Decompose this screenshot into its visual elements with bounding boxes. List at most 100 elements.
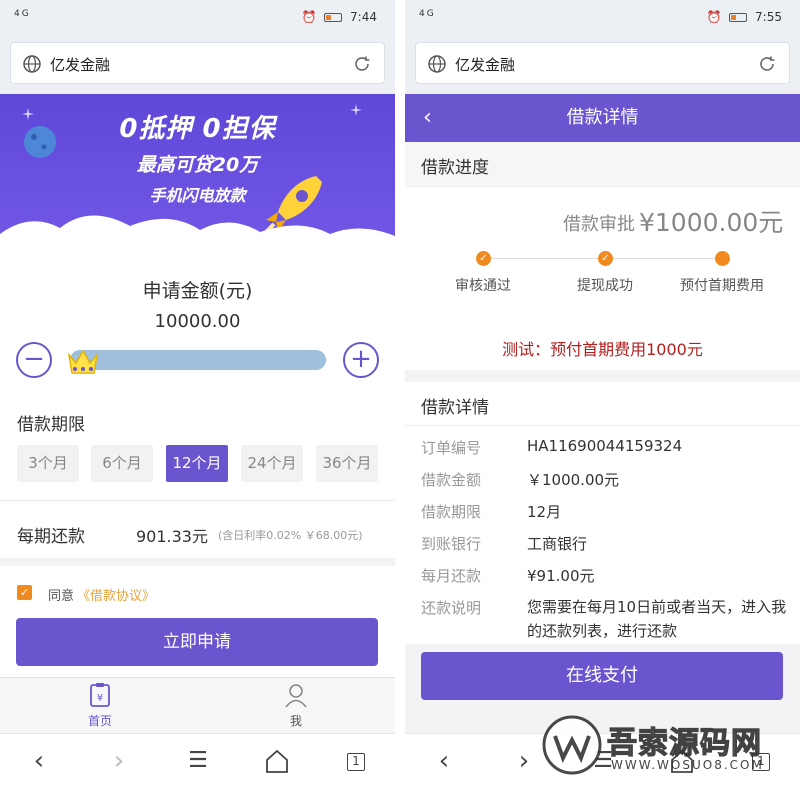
term-label: 借款期限 [17, 415, 85, 435]
term-option-24m[interactable]: 24个月 [241, 445, 303, 482]
home-nav-icon[interactable] [262, 746, 292, 776]
detail-label: 还款说明 [421, 599, 482, 617]
increase-button[interactable]: + [343, 342, 379, 378]
detail-value: 12月 [527, 503, 562, 521]
step-done-icon: ✓ [598, 251, 613, 266]
forward-icon[interactable]: › [509, 746, 539, 776]
globe-icon [428, 55, 446, 73]
detail-value: 工商银行 [527, 535, 588, 553]
apply-button[interactable]: 立即申请 [16, 618, 378, 666]
watermark-url: WWW.WOSUO8.COM [611, 758, 764, 772]
detail-label: 订单编号 [421, 439, 482, 457]
term-option-12m[interactable]: 12个月 [166, 445, 228, 482]
apply-amount-label: 申请金额(元) [142, 280, 253, 302]
address-box[interactable]: 亿发金融 [10, 42, 385, 84]
watermark-text: 吾索源码网 [606, 725, 762, 761]
detail-row: 还款说明 您需要在每月10日前或者当天，进入我的还款列表，进行还款 [421, 597, 791, 640]
menu-icon[interactable]: ☰ [183, 746, 213, 776]
detail-value: ¥91.00元 [527, 567, 595, 585]
agree-text: 同意 [48, 589, 75, 604]
back-icon[interactable]: ‹ [429, 746, 459, 776]
decrease-button[interactable]: − [16, 342, 52, 378]
reload-icon[interactable] [352, 54, 372, 74]
divider [0, 500, 395, 501]
user-icon [285, 684, 307, 708]
phone-left: 4G ⏰ 7:44 亿发金融 0抵押 0担保 最高可贷20万 手机闪电放款 申请… [0, 0, 395, 786]
repay-note: (含日利率0.02% ￥68.00元) [218, 529, 363, 542]
signal-indicator: 4G [419, 9, 436, 19]
back-icon[interactable]: ‹ [24, 746, 54, 776]
step-done-icon: ✓ [476, 251, 491, 266]
agree-checkbox[interactable]: ✓ [17, 585, 32, 600]
page-header: ‹ 借款详情 [405, 94, 800, 142]
battery-icon [324, 13, 343, 22]
repay-value: 901.33元 [136, 527, 208, 546]
term-option-36m[interactable]: 36个月 [316, 445, 378, 482]
back-button[interactable]: ‹ [423, 94, 432, 142]
slider-handle[interactable] [66, 345, 100, 377]
detail-label: 借款金额 [421, 471, 482, 489]
divider [0, 558, 395, 566]
promo-banner: 0抵押 0担保 最高可贷20万 手机闪电放款 [0, 94, 395, 252]
cloud-decoration [0, 215, 395, 252]
status-right: ⏰ 7:44 [301, 10, 377, 24]
reload-icon[interactable] [757, 54, 777, 74]
tabs-button[interactable]: 1 [341, 746, 371, 776]
section-gap [405, 370, 800, 382]
page-title: 亿发金融 [50, 56, 111, 74]
header-title: 借款详情 [566, 107, 639, 128]
svg-text:¥: ¥ [97, 693, 103, 704]
divider [405, 186, 800, 187]
step-label: 审核通过 [455, 278, 511, 294]
detail-row: 借款期限 12月 [421, 501, 561, 522]
term-option-6m[interactable]: 6个月 [91, 445, 153, 482]
term-option-3m[interactable]: 3个月 [17, 445, 79, 482]
detail-label: 每月还款 [421, 567, 482, 585]
repay-label: 每期还款 [17, 527, 85, 547]
amount-slider[interactable] [70, 350, 326, 370]
signal-indicator: 4G [14, 9, 31, 19]
phone-right: 4G ⏰ 7:55 亿发金融 ‹ 借款详情 借款进度 借款审批 ¥1000.00… [405, 0, 800, 786]
status-bar: 4G ⏰ 7:55 [405, 0, 800, 34]
tab-home-label: 首页 [87, 714, 112, 728]
tab-me-label: 我 [289, 714, 302, 728]
approval-amount: ¥1000.00元 [639, 208, 784, 237]
pay-online-button[interactable]: 在线支付 [421, 652, 783, 700]
browser-toolbar: ‹ › ☰ 1 [0, 733, 395, 786]
detail-value: HA11690044159324 [527, 437, 683, 455]
approval-text: 借款审批 [563, 214, 635, 235]
clock: 7:44 [350, 10, 377, 24]
battery-icon [729, 13, 748, 22]
banner-headline: 0抵押 0担保 [119, 114, 276, 144]
apply-amount-value: 10000.00 [154, 311, 241, 332]
globe-icon [23, 55, 41, 73]
detail-row: 每月还款 ¥91.00元 [421, 565, 595, 586]
banner-subline: 最高可贷20万 [136, 154, 259, 176]
address-bar: 亿发金融 [405, 34, 800, 94]
banner-tagline: 手机闪电放款 [149, 186, 246, 205]
step-current-icon [715, 251, 730, 266]
tab-home[interactable]: ¥ 首页 [70, 682, 130, 729]
home-icon: ¥ [90, 683, 110, 707]
detail-label: 到账银行 [421, 535, 482, 553]
address-bar: 亿发金融 [0, 34, 395, 94]
forward-icon[interactable]: › [104, 746, 134, 776]
alarm-icon: ⏰ [301, 10, 317, 24]
step-label: 提现成功 [577, 278, 633, 294]
step-label: 预付首期费用 [680, 278, 764, 294]
address-box[interactable]: 亿发金融 [415, 42, 790, 84]
watermark: 吾索源码网 WWW.WOSUO8.COM [541, 712, 796, 780]
detail-value: 您需要在每月10日前或者当天，进入我的还款列表，进行还款 [527, 598, 787, 640]
status-bar: 4G ⏰ 7:44 [0, 0, 395, 34]
page-title: 亿发金融 [455, 56, 516, 74]
tab-me[interactable]: 我 [266, 682, 326, 729]
progress-title: 借款进度 [421, 158, 489, 178]
watermark-logo [542, 715, 602, 775]
status-right: ⏰ 7:55 [706, 10, 782, 24]
detail-row: 订单编号 HA11690044159324 [421, 437, 682, 458]
detail-label: 借款期限 [421, 503, 482, 521]
divider [405, 425, 800, 426]
detail-value: ￥1000.00元 [527, 471, 620, 489]
agreement-link[interactable]: 《借款协议》 [77, 585, 155, 604]
test-notice: 测试：预付首期费用1000元 [502, 340, 703, 359]
